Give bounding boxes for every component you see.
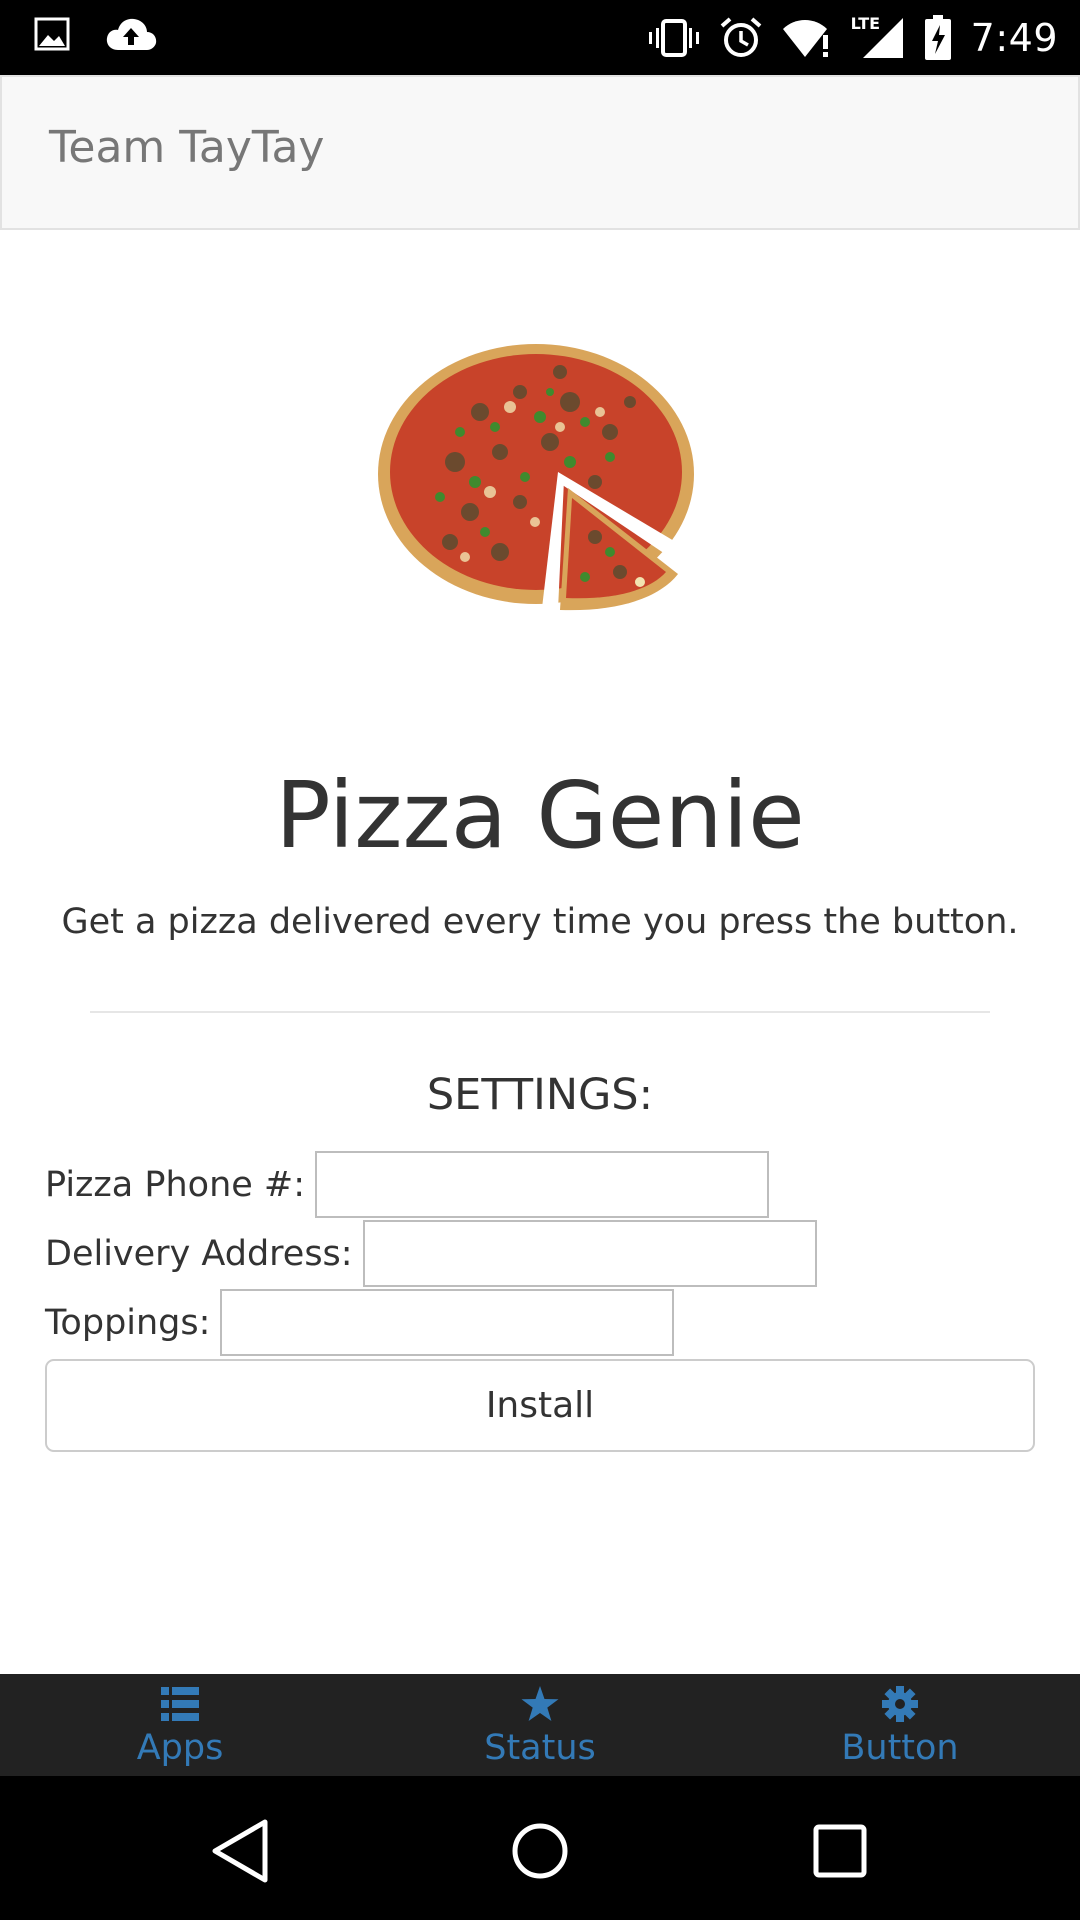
battery-charging-icon (924, 15, 951, 60)
clock: 7:49 (970, 16, 1058, 60)
list-icon (161, 1687, 199, 1721)
status-bar-left (34, 16, 158, 52)
status-bar-right: LTE 7:49 (647, 12, 1058, 64)
status-bar: LTE 7:49 (0, 0, 1080, 75)
tab-status-label: Status (484, 1728, 596, 1768)
phone-field[interactable] (315, 1151, 770, 1218)
phone-label: Pizza Phone #: (45, 1164, 306, 1205)
back-icon[interactable] (205, 1816, 275, 1886)
settings-heading: SETTINGS: (426, 1070, 654, 1120)
brand-link[interactable]: Team TayTay (49, 122, 324, 173)
tab-status[interactable]: Status (360, 1674, 720, 1776)
address-label: Delivery Address: (45, 1233, 353, 1274)
page-tagline: Get a pizza delivered every time you pre… (61, 902, 1019, 942)
toppings-field[interactable] (220, 1289, 675, 1356)
divider (90, 1011, 990, 1013)
phone-row: Pizza Phone #: (45, 1151, 770, 1218)
app-header: Team TayTay (0, 75, 1080, 230)
pizza-image (360, 292, 720, 652)
address-field[interactable] (362, 1220, 817, 1287)
gallery-icon (34, 17, 70, 51)
address-row: Delivery Address: (45, 1220, 817, 1287)
wifi-alert-icon (782, 20, 828, 57)
tab-bar: Apps Status Button (0, 1674, 1080, 1776)
toppings-label: Toppings: (45, 1302, 211, 1343)
home-icon[interactable] (505, 1816, 575, 1886)
tab-apps-label: Apps (136, 1728, 224, 1768)
install-button[interactable]: Install (45, 1359, 1035, 1452)
tab-button-label: Button (841, 1728, 959, 1768)
tab-button[interactable]: Button (720, 1674, 1080, 1776)
alarm-icon (720, 17, 761, 57)
gear-icon (882, 1686, 918, 1722)
lte-signal-icon: LTE (850, 14, 905, 60)
page-title: Pizza Genie (275, 762, 805, 869)
lte-label: LTE (850, 14, 881, 33)
recents-icon[interactable] (805, 1816, 875, 1886)
vibrate-icon (648, 19, 699, 57)
toppings-row: Toppings: (45, 1289, 675, 1356)
star-icon (521, 1686, 559, 1721)
tab-apps[interactable]: Apps (0, 1674, 360, 1776)
system-nav-bar (0, 1776, 1080, 1920)
cloud-upload-icon (106, 18, 157, 50)
